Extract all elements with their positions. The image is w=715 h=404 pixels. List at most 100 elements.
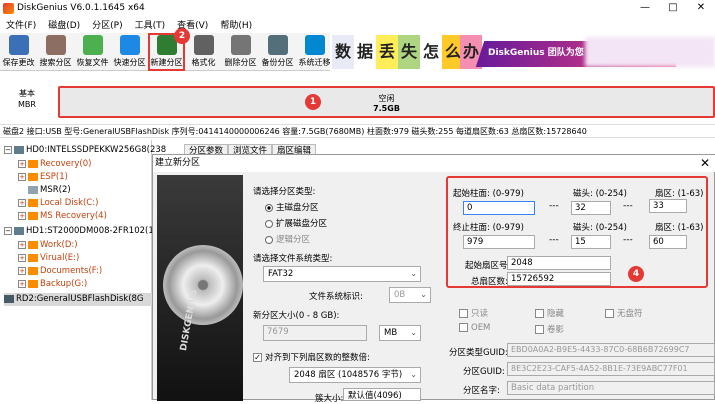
expand-icon[interactable]: +: [18, 253, 26, 262]
tree-item-msr[interactable]: MSR(2): [28, 184, 71, 197]
chevron-down-icon: ⌄: [410, 269, 417, 278]
checkbox-icon: [535, 309, 544, 318]
checkbox-icon: [605, 309, 614, 318]
shadow-checkbox[interactable]: 卷影: [535, 323, 564, 335]
radio-icon: [265, 219, 273, 228]
oem-checkbox[interactable]: OEM: [459, 323, 490, 333]
collapse-icon[interactable]: −: [4, 226, 12, 235]
size-label: 新分区大小(0 - 8 GB):: [253, 311, 340, 321]
disk-platter: [163, 245, 243, 325]
radio-primary[interactable]: 主磁盘分区: [265, 201, 319, 213]
guid-type-label: 分区类型GUID:: [449, 348, 508, 358]
system-migrate-button[interactable]: 系统迁移: [296, 33, 333, 71]
disk-map: 基本 MBR 空闲 7.5GB 1: [0, 72, 715, 124]
backup-partition-button[interactable]: 备份分区: [259, 33, 296, 71]
format-button[interactable]: 格式化: [185, 33, 222, 71]
banner-char: 怎: [420, 35, 442, 69]
tree-item-documents-f[interactable]: + Documents(F:): [18, 265, 102, 278]
banner-char: 丢: [376, 35, 398, 69]
tree-item-virual-e[interactable]: + Virual(E:): [18, 252, 79, 265]
maximize-button[interactable]: □: [659, 0, 687, 16]
hidden-checkbox[interactable]: 隐藏: [535, 307, 564, 319]
close-window-button[interactable]: ✕: [687, 0, 715, 16]
fs-type-label: 请选择文件系统类型:: [253, 254, 333, 264]
menu-help[interactable]: 帮助(H): [214, 18, 258, 31]
expand-icon[interactable]: +: [18, 159, 26, 168]
backup-icon: [267, 35, 288, 55]
free-label: 空闲: [378, 94, 395, 103]
search-icon: [45, 35, 66, 55]
guid-label: 分区GUID:: [463, 367, 505, 377]
partition-icon: [28, 211, 38, 220]
readonly-checkbox[interactable]: 只读: [459, 307, 488, 319]
banner-char: 据: [354, 35, 376, 69]
menu-file[interactable]: 文件(F): [0, 18, 42, 31]
promo-banner[interactable]: 数 据 丢 失 怎 么 办 DiskGenius 团队为您: [330, 33, 715, 71]
save-icon: [8, 35, 29, 55]
expand-icon[interactable]: +: [18, 198, 26, 207]
size-unit-select[interactable]: MB ⌄: [379, 325, 421, 341]
restore-files-button[interactable]: 恢复文件: [74, 33, 111, 71]
tree-item-backup-g[interactable]: + Backup(G:): [18, 278, 87, 291]
radio-logical[interactable]: 逻辑分区: [265, 233, 310, 245]
disk-icon: [14, 145, 24, 154]
partition-name-field[interactable]: Basic data partition: [507, 381, 715, 395]
delete-partition-button[interactable]: 删除分区: [222, 33, 259, 71]
close-icon[interactable]: ✕: [700, 155, 710, 172]
tree-item-esp[interactable]: + ESP(1): [18, 171, 68, 184]
partition-icon: [28, 198, 38, 207]
no-letter-checkbox[interactable]: 无盘符: [605, 307, 643, 319]
disk-info-bar: 磁盘2 接口:USB 型号:GeneralUSBFlashDisk 序列号:04…: [0, 124, 715, 138]
menu-disk[interactable]: 磁盘(D): [42, 18, 86, 31]
minimize-button[interactable]: —: [631, 0, 659, 16]
banner-text: DiskGenius 团队为您: [488, 48, 584, 58]
tree-item-ms-recovery[interactable]: + MS Recovery(4): [18, 210, 107, 223]
partition-name-label: 分区名字:: [463, 386, 500, 396]
guid-type-field[interactable]: EBD0A0A2-B9E5-4433-87C0-68B6B72699C7: [507, 343, 715, 357]
quick-partition-button[interactable]: 快速分区: [111, 33, 148, 71]
fs-id-label: 文件系统标识:: [309, 292, 363, 302]
partition-icon: [28, 240, 38, 249]
disk-tree: − HD0:INTELSSDPEKKW256G8(238 + Recovery(0)…: [0, 140, 166, 400]
annotation-badge-4: 4: [628, 266, 644, 282]
size-input[interactable]: 7679: [263, 325, 367, 341]
collapse-icon[interactable]: −: [4, 145, 12, 154]
menu-bar: 文件(F) 磁盘(D) 分区(P) 工具(T) 查看(V) 帮助(H): [0, 16, 715, 33]
radio-extended[interactable]: 扩展磁盘分区: [265, 217, 327, 229]
migrate-icon: [304, 35, 325, 55]
banner-char: 失: [398, 35, 420, 69]
disk-type-label: 基本 MBR: [18, 89, 36, 109]
tree-item-recovery[interactable]: + Recovery(0): [18, 158, 91, 171]
menu-tools[interactable]: 工具(T): [129, 18, 172, 31]
partition-icon: [28, 253, 38, 262]
tree-item-local-disk-c[interactable]: + Local Disk(C:): [18, 197, 98, 210]
search-partition-button[interactable]: 搜索分区: [37, 33, 74, 71]
fs-id-select[interactable]: 0B ⌄: [389, 287, 431, 303]
hard-disk-image: DISKGENIUS: [157, 175, 243, 401]
save-button[interactable]: 保存更改: [0, 33, 37, 71]
menu-partition[interactable]: 分区(P): [86, 18, 128, 31]
expand-icon[interactable]: +: [18, 279, 26, 288]
align-checkbox[interactable]: ✓ 对齐到下列扇区数的整数倍:: [253, 351, 370, 363]
annotation-highlight-box: [446, 176, 708, 288]
align-select[interactable]: 2048 扇区 (1048576 字节) ⌄: [289, 367, 421, 383]
banner-char: 数: [332, 35, 354, 69]
expand-icon[interactable]: +: [18, 240, 26, 249]
tree-item-hd0[interactable]: − HD0:INTELSSDPEKKW256G8(238: [4, 144, 166, 157]
cluster-select[interactable]: 默认值(4096): [343, 388, 421, 401]
tree-item-work-d[interactable]: + Work(D:): [18, 239, 78, 252]
expand-icon[interactable]: +: [18, 211, 26, 220]
tree-item-rd2[interactable]: RD2:GeneralUSBFlashDisk(8G: [4, 293, 152, 306]
restore-icon: [82, 35, 103, 55]
tree-item-hd1[interactable]: − HD1:ST2000DM008-2FR102(18: [4, 225, 159, 238]
fs-type-select[interactable]: FAT32 ⌄: [263, 266, 421, 282]
expand-icon[interactable]: +: [18, 172, 26, 181]
quick-partition-icon: [119, 35, 140, 55]
expand-icon[interactable]: +: [18, 266, 26, 275]
guid-field[interactable]: 8E3C2E23-CAF5-4A52-8B1E-73E9ABC77F01: [507, 362, 715, 376]
banner-blurred-area: [585, 37, 715, 67]
free-space-bar[interactable]: 空闲 7.5GB: [58, 86, 715, 118]
checkbox-icon: [459, 323, 468, 332]
window-title: DiskGenius V6.0.1.1645 x64: [17, 3, 145, 13]
delete-icon: [230, 35, 251, 55]
